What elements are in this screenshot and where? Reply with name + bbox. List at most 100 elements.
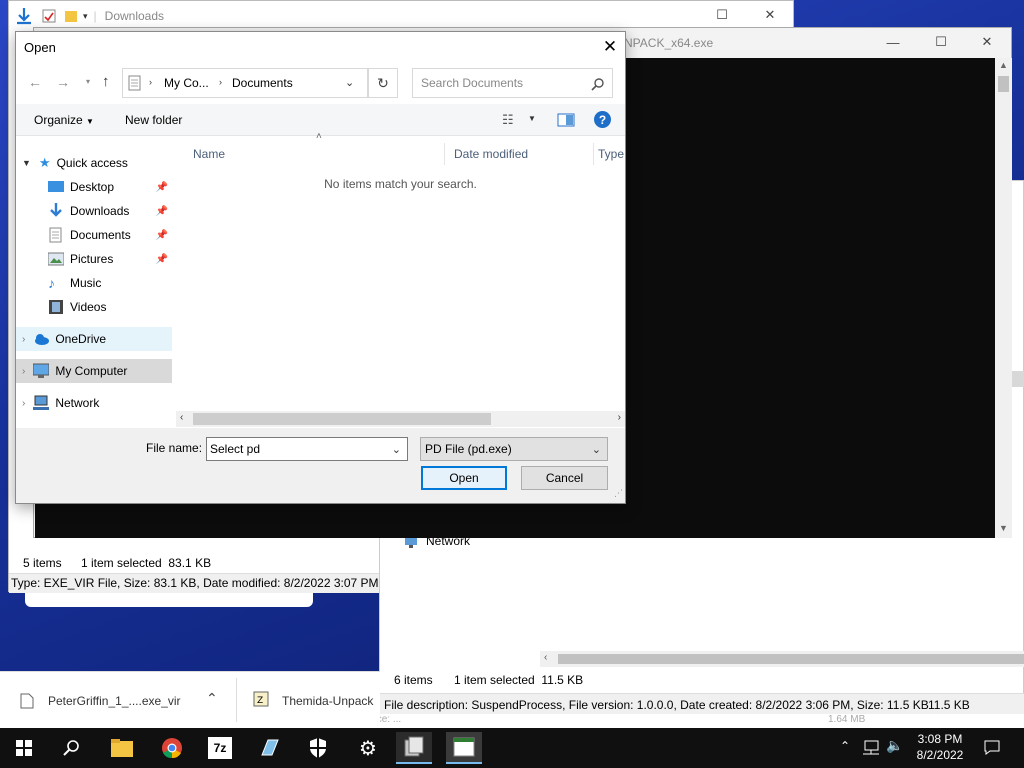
- network-tray-icon[interactable]: [862, 740, 880, 756]
- clock-time: 3:08 PM: [917, 732, 963, 746]
- cancel-button[interactable]: Cancel: [521, 466, 608, 490]
- security-taskbar[interactable]: [300, 732, 336, 764]
- taskbar: 7z ⚙ ⌃ 🔈 3:08 PM 8/2/2022: [0, 728, 1024, 768]
- shield-icon: [310, 738, 326, 758]
- column-header-date[interactable]: Date modified: [454, 143, 594, 165]
- scroll-up-icon[interactable]: ▲: [999, 60, 1008, 70]
- maximize-button[interactable]: ☐: [918, 28, 964, 56]
- breadcrumb-item[interactable]: My Co...: [164, 76, 209, 90]
- show-hidden-icons[interactable]: ⌃: [840, 739, 850, 753]
- explorer-running-taskbar[interactable]: [396, 732, 432, 764]
- dialog-close-button[interactable]: ✕: [596, 35, 624, 59]
- 7zip-taskbar[interactable]: 7z: [202, 732, 238, 764]
- svg-text:Z: Z: [257, 696, 263, 706]
- view-options-icon[interactable]: ☷: [502, 112, 514, 128]
- new-folder-button[interactable]: New folder: [125, 113, 182, 127]
- notifications-icon[interactable]: [984, 740, 1000, 755]
- chevron-down-icon[interactable]: ⌄: [392, 443, 401, 456]
- quick-access-toolbar: ▾ | Downloads: [15, 5, 164, 27]
- nav-music[interactable]: ♪ Music: [16, 271, 172, 295]
- nav-label: OneDrive: [55, 332, 107, 346]
- scroll-down-icon[interactable]: ▼: [999, 523, 1008, 533]
- file-list[interactable]: ˄ Name Date modified Type No items match…: [188, 131, 625, 409]
- column-header-name[interactable]: Name: [193, 143, 445, 165]
- chevron-down-icon[interactable]: ⌄: [345, 76, 354, 89]
- column-label: Date modified: [454, 147, 529, 161]
- close-button[interactable]: ✕: [747, 1, 793, 29]
- nav-label: Downloads: [70, 204, 130, 218]
- dialog-running-taskbar[interactable]: [446, 732, 482, 764]
- nav-videos[interactable]: Videos: [16, 295, 172, 319]
- view-dropdown-icon[interactable]: ▼: [528, 114, 536, 123]
- customize-dropdown-icon[interactable]: ▾: [83, 11, 88, 22]
- help-icon[interactable]: ?: [594, 111, 611, 128]
- expand-arrow-icon[interactable]: ▼: [22, 158, 31, 168]
- open-button[interactable]: Open: [421, 466, 507, 490]
- refresh-button[interactable]: ↻: [368, 68, 398, 98]
- search-button[interactable]: [54, 732, 90, 764]
- chevron-up-icon[interactable]: ⌃: [206, 690, 218, 707]
- scroll-thumb[interactable]: [558, 654, 1024, 664]
- chrome-taskbar[interactable]: [154, 732, 190, 764]
- nav-label: Quick access: [56, 156, 128, 170]
- details-bar: File description: SuspendProcess, File v…: [380, 693, 1024, 715]
- close-button[interactable]: ✕: [964, 28, 1010, 56]
- console-scrollbar[interactable]: ▲ ▼: [995, 58, 1012, 538]
- minimize-button[interactable]: —: [870, 28, 916, 56]
- app-taskbar[interactable]: [252, 732, 288, 764]
- status-item-count: 6 items: [394, 673, 433, 687]
- star-icon: ★: [38, 155, 51, 170]
- nav-network[interactable]: › Network: [16, 391, 172, 415]
- search-input[interactable]: Search Documents: [412, 68, 613, 98]
- scroll-thumb[interactable]: [193, 413, 491, 425]
- settings-taskbar[interactable]: ⚙: [350, 732, 386, 764]
- download-arrow-icon[interactable]: [15, 7, 33, 25]
- console-title: NPACK_x64.exe: [624, 36, 714, 50]
- folder-icon: [111, 739, 133, 757]
- nav-downloads[interactable]: Downloads 📌: [16, 199, 172, 223]
- nav-my-computer[interactable]: › My Computer: [16, 359, 172, 383]
- file-name-input[interactable]: Select pd ⌄: [206, 437, 408, 461]
- forward-arrow-icon[interactable]: →: [56, 74, 70, 90]
- scroll-right-icon[interactable]: ›: [618, 412, 621, 423]
- expand-arrow-icon[interactable]: ›: [22, 334, 25, 345]
- nav-quick-access[interactable]: ▼ ★ Quick access: [16, 151, 172, 175]
- nav-onedrive[interactable]: › OneDrive: [16, 327, 172, 351]
- file-name-value: Select pd: [210, 442, 261, 456]
- file-list-scrollbar[interactable]: ‹ ›: [176, 411, 625, 427]
- navigation-pane: ▼ ★ Quick access Desktop 📌 Downloads 📌 D…: [16, 137, 174, 427]
- scroll-left-icon[interactable]: ‹: [180, 412, 183, 423]
- nav-desktop[interactable]: Desktop 📌: [16, 175, 172, 199]
- column-header-type[interactable]: Type: [598, 143, 624, 161]
- download-arrow-icon: [50, 203, 62, 217]
- nav-documents[interactable]: Documents 📌: [16, 223, 172, 247]
- download-item-name[interactable]: Themida-Unpack: [282, 694, 373, 708]
- volume-icon[interactable]: 🔈: [886, 737, 903, 754]
- scroll-thumb[interactable]: [998, 76, 1009, 92]
- expand-arrow-icon[interactable]: ›: [22, 398, 25, 409]
- recent-dropdown-icon[interactable]: ▾: [86, 77, 90, 86]
- film-icon: [49, 300, 63, 314]
- address-bar[interactable]: › My Co... › Documents ⌄: [122, 68, 368, 98]
- resize-grip-icon[interactable]: ⋰: [614, 488, 623, 499]
- nav-pictures[interactable]: Pictures 📌: [16, 247, 172, 271]
- download-item-name[interactable]: PeterGriffin_1_....exe_vir: [48, 694, 181, 708]
- preview-pane-icon[interactable]: [557, 113, 575, 127]
- horizontal-scrollbar[interactable]: ‹: [540, 651, 1024, 667]
- expand-arrow-icon[interactable]: ›: [22, 366, 25, 377]
- organize-button[interactable]: Organize ▼: [34, 113, 94, 127]
- nav-label: Pictures: [70, 252, 114, 266]
- window-title: Downloads: [104, 9, 165, 23]
- new-folder-icon[interactable]: [63, 8, 79, 24]
- back-arrow-icon[interactable]: ←: [28, 74, 42, 90]
- scroll-left-icon[interactable]: ‹: [544, 652, 547, 663]
- up-arrow-icon[interactable]: ↑: [102, 73, 110, 90]
- file-explorer-taskbar[interactable]: [104, 732, 140, 764]
- start-button[interactable]: [6, 732, 42, 764]
- clock[interactable]: 3:08 PM 8/2/2022: [912, 731, 968, 763]
- breadcrumb-item[interactable]: Documents: [232, 76, 293, 90]
- open-file-dialog[interactable]: Open ✕ ← → ▾ ↑ › My Co... › Documents ⌄ …: [15, 31, 626, 504]
- maximize-button[interactable]: ☐: [699, 1, 745, 29]
- properties-icon[interactable]: [41, 8, 57, 24]
- file-type-select[interactable]: PD File (pd.exe) ⌄: [420, 437, 608, 461]
